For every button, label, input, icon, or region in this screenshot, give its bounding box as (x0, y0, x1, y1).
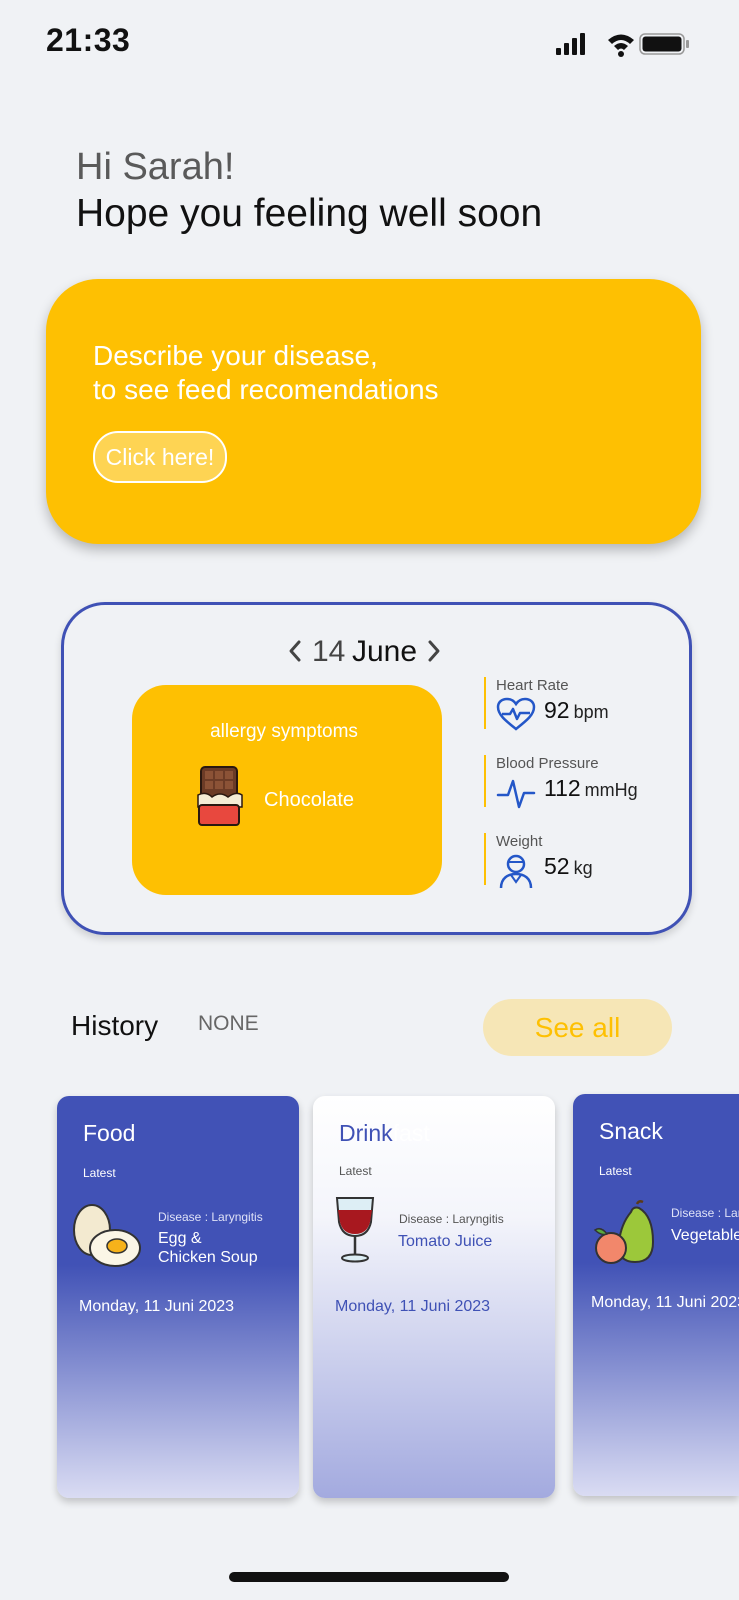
metric-label: Heart Rate (496, 677, 569, 694)
history-title: History (71, 1010, 159, 1041)
metric-value: 92 bpm (544, 697, 609, 723)
history-filter[interactable]: NONE (198, 1012, 259, 1036)
promo-text: Describe your disease, to see feed recom… (93, 340, 439, 405)
allergy-card[interactable]: allergy symptoms Chocolate (132, 685, 442, 895)
card-item: Tomato Juice (398, 1233, 493, 1250)
metric-divider (484, 833, 486, 885)
card-date: Monday, 11 Juni 2023 (79, 1298, 235, 1315)
card-latest-label: Latest (599, 1164, 632, 1178)
health-summary-card: 14 June allergy symptoms Chocolate Heart… (61, 602, 692, 935)
card-latest-label: Latest (83, 1166, 116, 1180)
greeting-subtitle: Hope you feeling well soon (76, 192, 543, 235)
date-month: June (352, 635, 418, 668)
metric-value: 112 mmHg (544, 775, 638, 801)
card-title: Food (83, 1120, 136, 1146)
history-card-snack[interactable]: Snack Latest Disease : Lar Vegetable Mon… (573, 1094, 739, 1496)
wifi-icon (608, 34, 634, 57)
date-selector: 14 June (288, 635, 488, 675)
metric-blood-pressure: Blood Pressure 112 mmHg (484, 755, 684, 810)
click-here-button[interactable]: Click here! (93, 431, 227, 483)
card-latest-label: Latest (339, 1164, 372, 1178)
metric-value: 52 kg (544, 853, 593, 879)
cellular-signal-icon (556, 33, 585, 55)
heart-rate-icon (496, 697, 536, 731)
card-disease: Disease : Laryngitis (399, 1212, 504, 1226)
allergy-food: Chocolate (264, 789, 355, 811)
greeting-hi: Hi Sarah! (76, 146, 235, 188)
see-all-button[interactable]: See all (483, 999, 672, 1056)
status-icons (556, 33, 689, 57)
chevron-right-icon[interactable] (427, 639, 441, 663)
card-date: Monday, 11 Juni 2023 (591, 1294, 739, 1311)
home-indicator[interactable] (229, 1572, 509, 1582)
metric-divider (484, 677, 486, 729)
disease-promo-card: Describe your disease, to see feed recom… (46, 279, 701, 544)
metric-divider (484, 755, 486, 807)
card-disease: Disease : Lar (671, 1206, 739, 1220)
chevron-left-icon[interactable] (288, 639, 302, 663)
battery-icon (639, 33, 689, 55)
fruit-icon (593, 1200, 655, 1264)
chocolate-icon (197, 766, 243, 826)
card-date: Monday, 11 Juni 2023 (335, 1298, 491, 1315)
allergy-title: allergy symptoms (210, 721, 358, 742)
status-time: 21:33 (46, 22, 131, 58)
date-day: 14 (312, 635, 346, 668)
person-icon (499, 854, 533, 889)
pulse-icon (496, 779, 536, 809)
card-title: Snack (599, 1118, 663, 1144)
metric-heart-rate: Heart Rate 92 bpm (484, 677, 684, 732)
card-disease: Disease : Laryngitis (158, 1210, 263, 1224)
card-item: Egg & Chicken Soup (158, 1230, 258, 1266)
history-card-drink[interactable]: Drinkfast Latest Disease : Laryngitis To… (313, 1096, 555, 1498)
wine-glass-icon (335, 1197, 375, 1263)
history-card-food[interactable]: Food Latest Disease : Laryngitis Egg & C… (57, 1096, 299, 1498)
metric-label: Blood Pressure (496, 755, 599, 772)
card-title: Drinkfast (339, 1120, 430, 1146)
card-item: Vegetable (671, 1227, 739, 1244)
metric-label: Weight (496, 833, 543, 850)
egg-icon (73, 1204, 141, 1267)
metric-weight: Weight 52 kg (484, 833, 684, 889)
